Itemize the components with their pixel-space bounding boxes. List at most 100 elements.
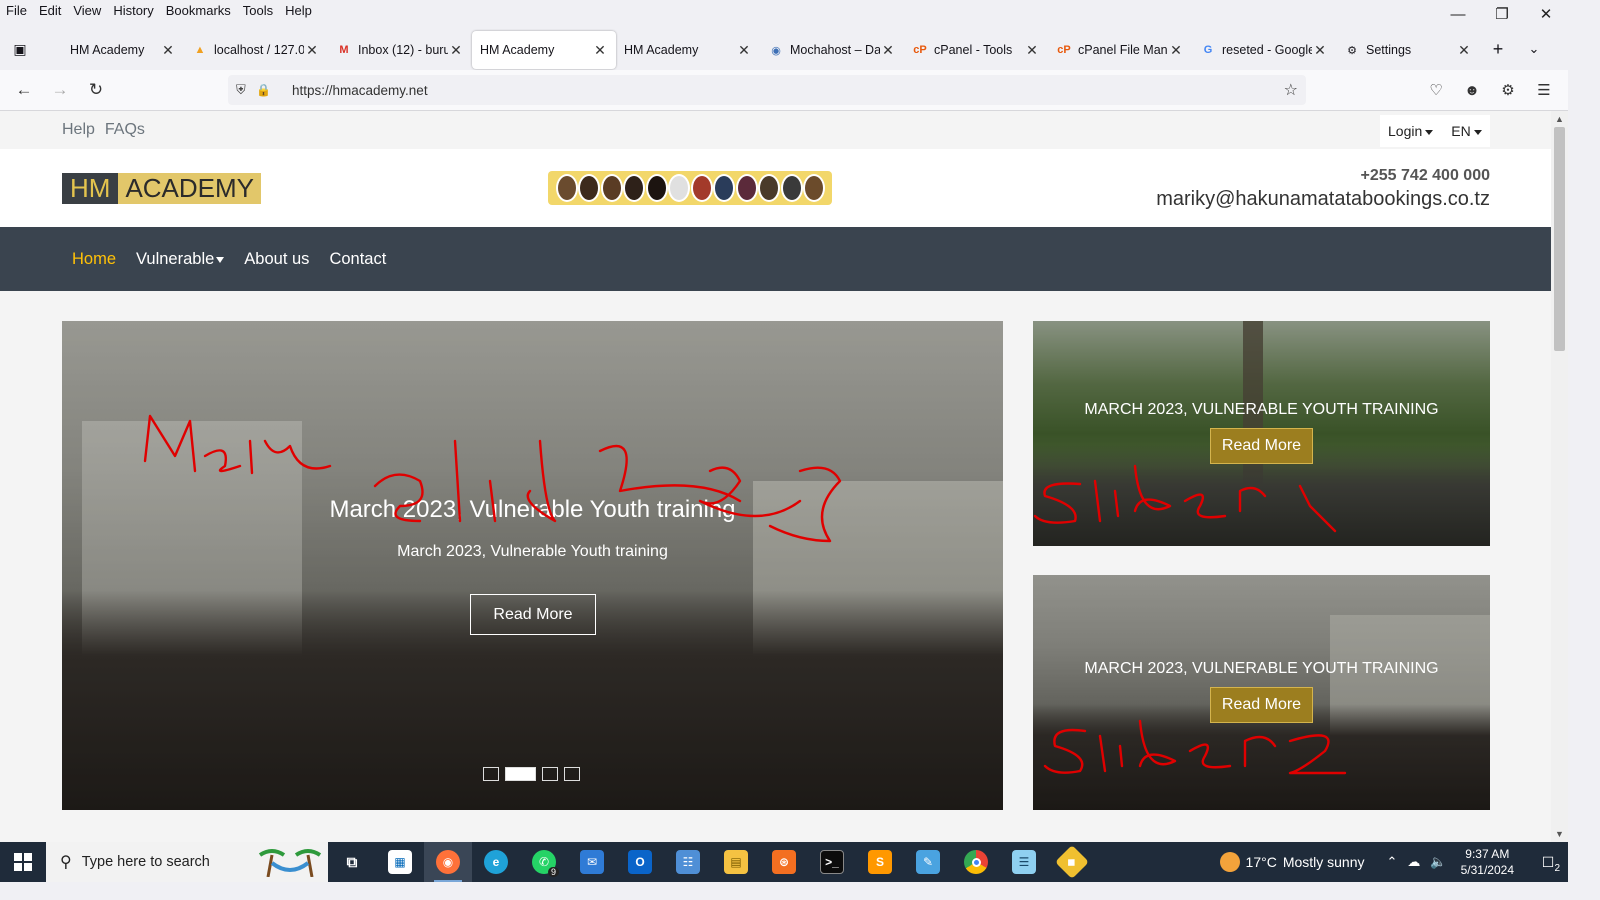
network-icon[interactable]: ☷ — [664, 842, 712, 882]
bookmark-star-icon[interactable]: ☆ — [1284, 80, 1298, 100]
git-icon[interactable]: ◆ — [1048, 842, 1096, 882]
terminal-icon[interactable]: >_ — [808, 842, 856, 882]
address-bar[interactable]: ⛨ 🔒 https://hmacademy.net ☆ — [228, 75, 1306, 105]
sublime-icon[interactable]: S — [856, 842, 904, 882]
chevron-up-icon[interactable]: ⌃ — [1387, 854, 1398, 870]
close-icon[interactable]: ✕ — [160, 42, 176, 59]
account-icon[interactable]: ☻ — [1454, 74, 1490, 106]
list-all-tabs-icon[interactable]: ⌄ — [1516, 28, 1552, 70]
scrollbar-thumb[interactable] — [1554, 127, 1565, 351]
window-controls: — ❐ ✕ — [1436, 0, 1568, 28]
file-explorer-icon[interactable]: ▤ — [712, 842, 760, 882]
notification-center-icon[interactable]: ☐ 2 — [1528, 842, 1568, 882]
lock-icon[interactable]: 🔒 — [256, 83, 278, 97]
read-more-button[interactable]: Read More — [1210, 428, 1313, 464]
page-scrollbar[interactable]: ▲ ▼ — [1551, 111, 1568, 842]
menu-view[interactable]: View — [67, 0, 107, 22]
carousel-indicator[interactable] — [564, 767, 580, 781]
notepad-icon[interactable]: ☰ — [1000, 842, 1048, 882]
browser-tab-active[interactable]: HM Academy ✕ — [472, 31, 616, 69]
close-icon[interactable]: ✕ — [304, 42, 320, 59]
back-icon[interactable]: ← — [6, 74, 42, 106]
task-view-icon[interactable]: ⧉ — [328, 842, 376, 882]
tab-list-icon[interactable]: ▣ — [0, 28, 40, 70]
main-slider[interactable]: March 2023, Vulnerable Youth training Ma… — [62, 321, 1003, 810]
read-more-button[interactable]: Read More — [1210, 687, 1313, 723]
volume-icon[interactable]: 🔈 — [1430, 854, 1446, 870]
site-logo[interactable]: HM ACADEMY — [62, 173, 262, 204]
close-window-icon[interactable]: ✕ — [1524, 0, 1568, 28]
shield-icon[interactable]: ⛨ — [236, 82, 256, 98]
windows-taskbar: ⚲ Type here to search ⧉ ▦ ◉ e ✆ 9 ✉ O ☷ ▤… — [0, 842, 1568, 882]
minimize-icon[interactable]: — — [1436, 0, 1480, 28]
weather-widget[interactable]: 17°C Mostly sunny — [1219, 852, 1365, 872]
site-header: HM ACADEMY +255 742 400 000 mariky@hakun… — [0, 149, 1551, 227]
nav-about[interactable]: About us — [244, 250, 309, 269]
browser-tab[interactable]: ◉ Mochahost – Da ✕ — [760, 31, 904, 69]
language-dropdown[interactable]: EN — [1451, 123, 1482, 139]
browser-tab[interactable]: HM Academy ✕ — [616, 31, 760, 69]
side-slider-1[interactable]: MARCH 2023, VULNERABLE YOUTH TRAINING Re… — [1033, 321, 1490, 546]
browser-tab[interactable]: ▲ localhost / 127.0 ✕ — [184, 31, 328, 69]
help-link[interactable]: Help — [62, 121, 95, 139]
browser-tab[interactable]: G reseted - Google ✕ — [1192, 31, 1336, 69]
start-button[interactable] — [0, 842, 46, 882]
phone-number[interactable]: +255 742 400 000 — [1156, 167, 1490, 185]
chrome-icon[interactable] — [952, 842, 1000, 882]
url-text[interactable]: https://hmacademy.net — [292, 83, 428, 98]
email-address[interactable]: mariky@hakunamatatabookings.co.tz — [1156, 188, 1490, 211]
browser-tab[interactable]: cP cPanel - Tools ✕ — [904, 31, 1048, 69]
paint-icon[interactable]: ✎ — [904, 842, 952, 882]
hamburger-menu-icon[interactable]: ☰ — [1526, 74, 1562, 106]
clock[interactable]: 9:37 AM 5/31/2024 — [1461, 846, 1514, 878]
menu-help[interactable]: Help — [279, 0, 318, 22]
close-icon[interactable]: ✕ — [1312, 42, 1328, 59]
faqs-link[interactable]: FAQs — [105, 121, 145, 139]
xampp-icon[interactable]: ⊛ — [760, 842, 808, 882]
firefox-icon[interactable]: ◉ — [424, 842, 472, 882]
google-icon: G — [1203, 44, 1213, 56]
menu-tools[interactable]: Tools — [237, 0, 279, 22]
close-icon[interactable]: ✕ — [448, 42, 464, 59]
close-icon[interactable]: ✕ — [736, 42, 752, 59]
close-icon[interactable]: ✕ — [592, 42, 608, 59]
taskbar-search[interactable]: ⚲ Type here to search — [46, 842, 328, 882]
browser-tab[interactable]: cP cPanel File Mana ✕ — [1048, 31, 1192, 69]
outlook-icon[interactable]: O — [616, 842, 664, 882]
browser-tab[interactable]: ⚙ Settings ✕ — [1336, 31, 1480, 69]
cloud-icon[interactable]: ☁ — [1407, 854, 1420, 870]
side-slider-2[interactable]: MARCH 2023, VULNERABLE YOUTH TRAINING Re… — [1033, 575, 1490, 810]
forward-icon[interactable]: → — [42, 74, 78, 106]
new-tab-icon[interactable]: + — [1480, 28, 1516, 70]
whatsapp-icon[interactable]: ✆ 9 — [520, 842, 568, 882]
nav-home[interactable]: Home — [72, 250, 116, 269]
close-icon[interactable]: ✕ — [1456, 42, 1472, 59]
restore-icon[interactable]: ❐ — [1480, 0, 1524, 28]
login-dropdown[interactable]: Login — [1388, 123, 1434, 139]
browser-tab[interactable]: HM Academy ✕ — [40, 31, 184, 69]
nav-contact[interactable]: Contact — [329, 250, 386, 269]
close-icon[interactable]: ✕ — [1168, 42, 1184, 59]
menu-file[interactable]: File — [0, 0, 33, 22]
scroll-up-icon[interactable]: ▲ — [1551, 111, 1568, 127]
scroll-down-icon[interactable]: ▼ — [1551, 826, 1568, 842]
menu-history[interactable]: History — [107, 0, 159, 22]
menu-bookmarks[interactable]: Bookmarks — [160, 0, 237, 22]
browser-tab[interactable]: M Inbox (12) - buru ✕ — [328, 31, 472, 69]
reload-icon[interactable]: ↻ — [78, 74, 114, 106]
close-icon[interactable]: ✕ — [880, 42, 896, 59]
carousel-indicator-active[interactable] — [505, 767, 536, 781]
close-icon[interactable]: ✕ — [1024, 42, 1040, 59]
store-icon[interactable]: ▦ — [376, 842, 424, 882]
extensions-icon[interactable]: ⚙ — [1490, 74, 1526, 106]
menu-edit[interactable]: Edit — [33, 0, 67, 22]
mail-icon[interactable]: ✉ — [568, 842, 616, 882]
pocket-icon[interactable]: ♡ — [1418, 74, 1454, 106]
read-more-button[interactable]: Read More — [470, 594, 596, 635]
carousel-indicator[interactable] — [542, 767, 558, 781]
nav-vulnerable[interactable]: Vulnerable — [136, 250, 225, 269]
chevron-down-icon — [216, 256, 225, 263]
slide-title: March 2023, Vulnerable Youth training — [329, 496, 736, 523]
edge-icon[interactable]: e — [472, 842, 520, 882]
carousel-indicator[interactable] — [483, 767, 499, 781]
